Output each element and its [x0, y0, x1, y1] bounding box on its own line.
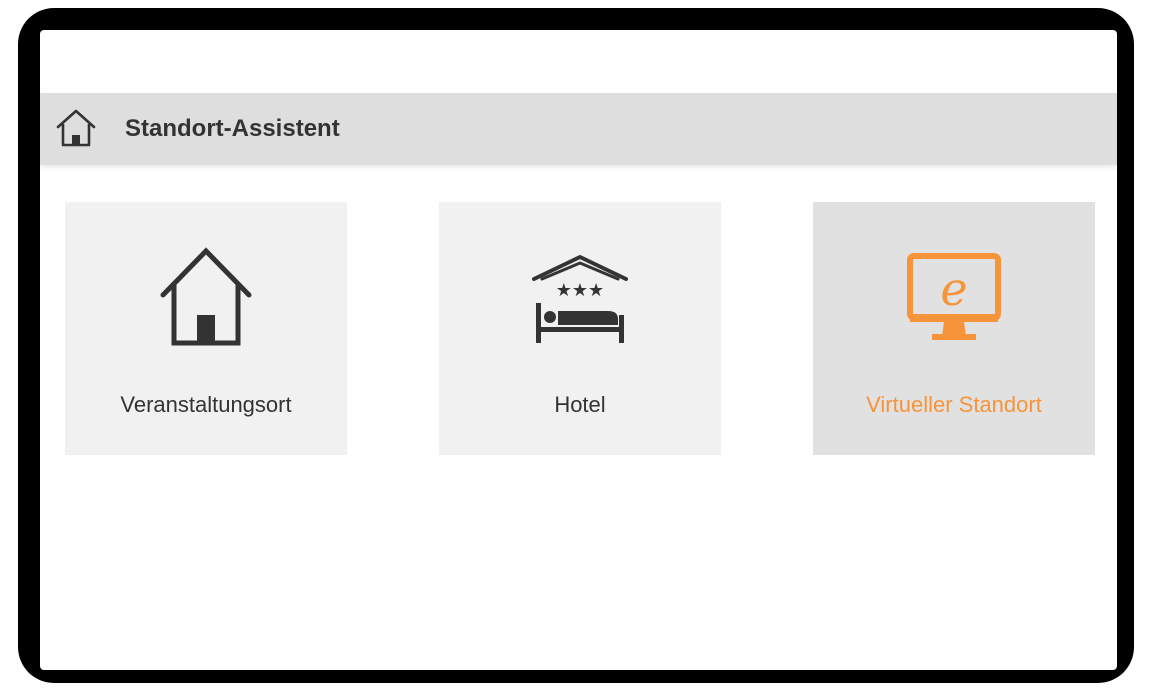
page-title: Standort-Assistent [125, 115, 340, 142]
hotel-bed-icon: ★★★ [439, 242, 721, 352]
virtual-monitor-icon: e [813, 242, 1095, 352]
header-bar: Standort-Assistent [40, 93, 1117, 165]
tile-label: Virtueller Standort [866, 392, 1042, 417]
house-icon [65, 242, 347, 352]
tile-label: Hotel [554, 392, 606, 417]
svg-text:e: e [940, 262, 967, 316]
home-icon[interactable] [54, 106, 98, 150]
tile-veranstaltungsort[interactable]: Veranstaltungsort [65, 202, 347, 455]
tile-label: Veranstaltungsort [120, 392, 292, 417]
tile-hotel[interactable]: ★★★ Hotel [439, 202, 721, 455]
app-screen: Standort-Assistent Veranstaltungsort ★★★ [40, 30, 1117, 670]
svg-text:★★★: ★★★ [556, 280, 604, 301]
tile-virtueller-standort[interactable]: e Virtueller Standort [813, 202, 1095, 455]
